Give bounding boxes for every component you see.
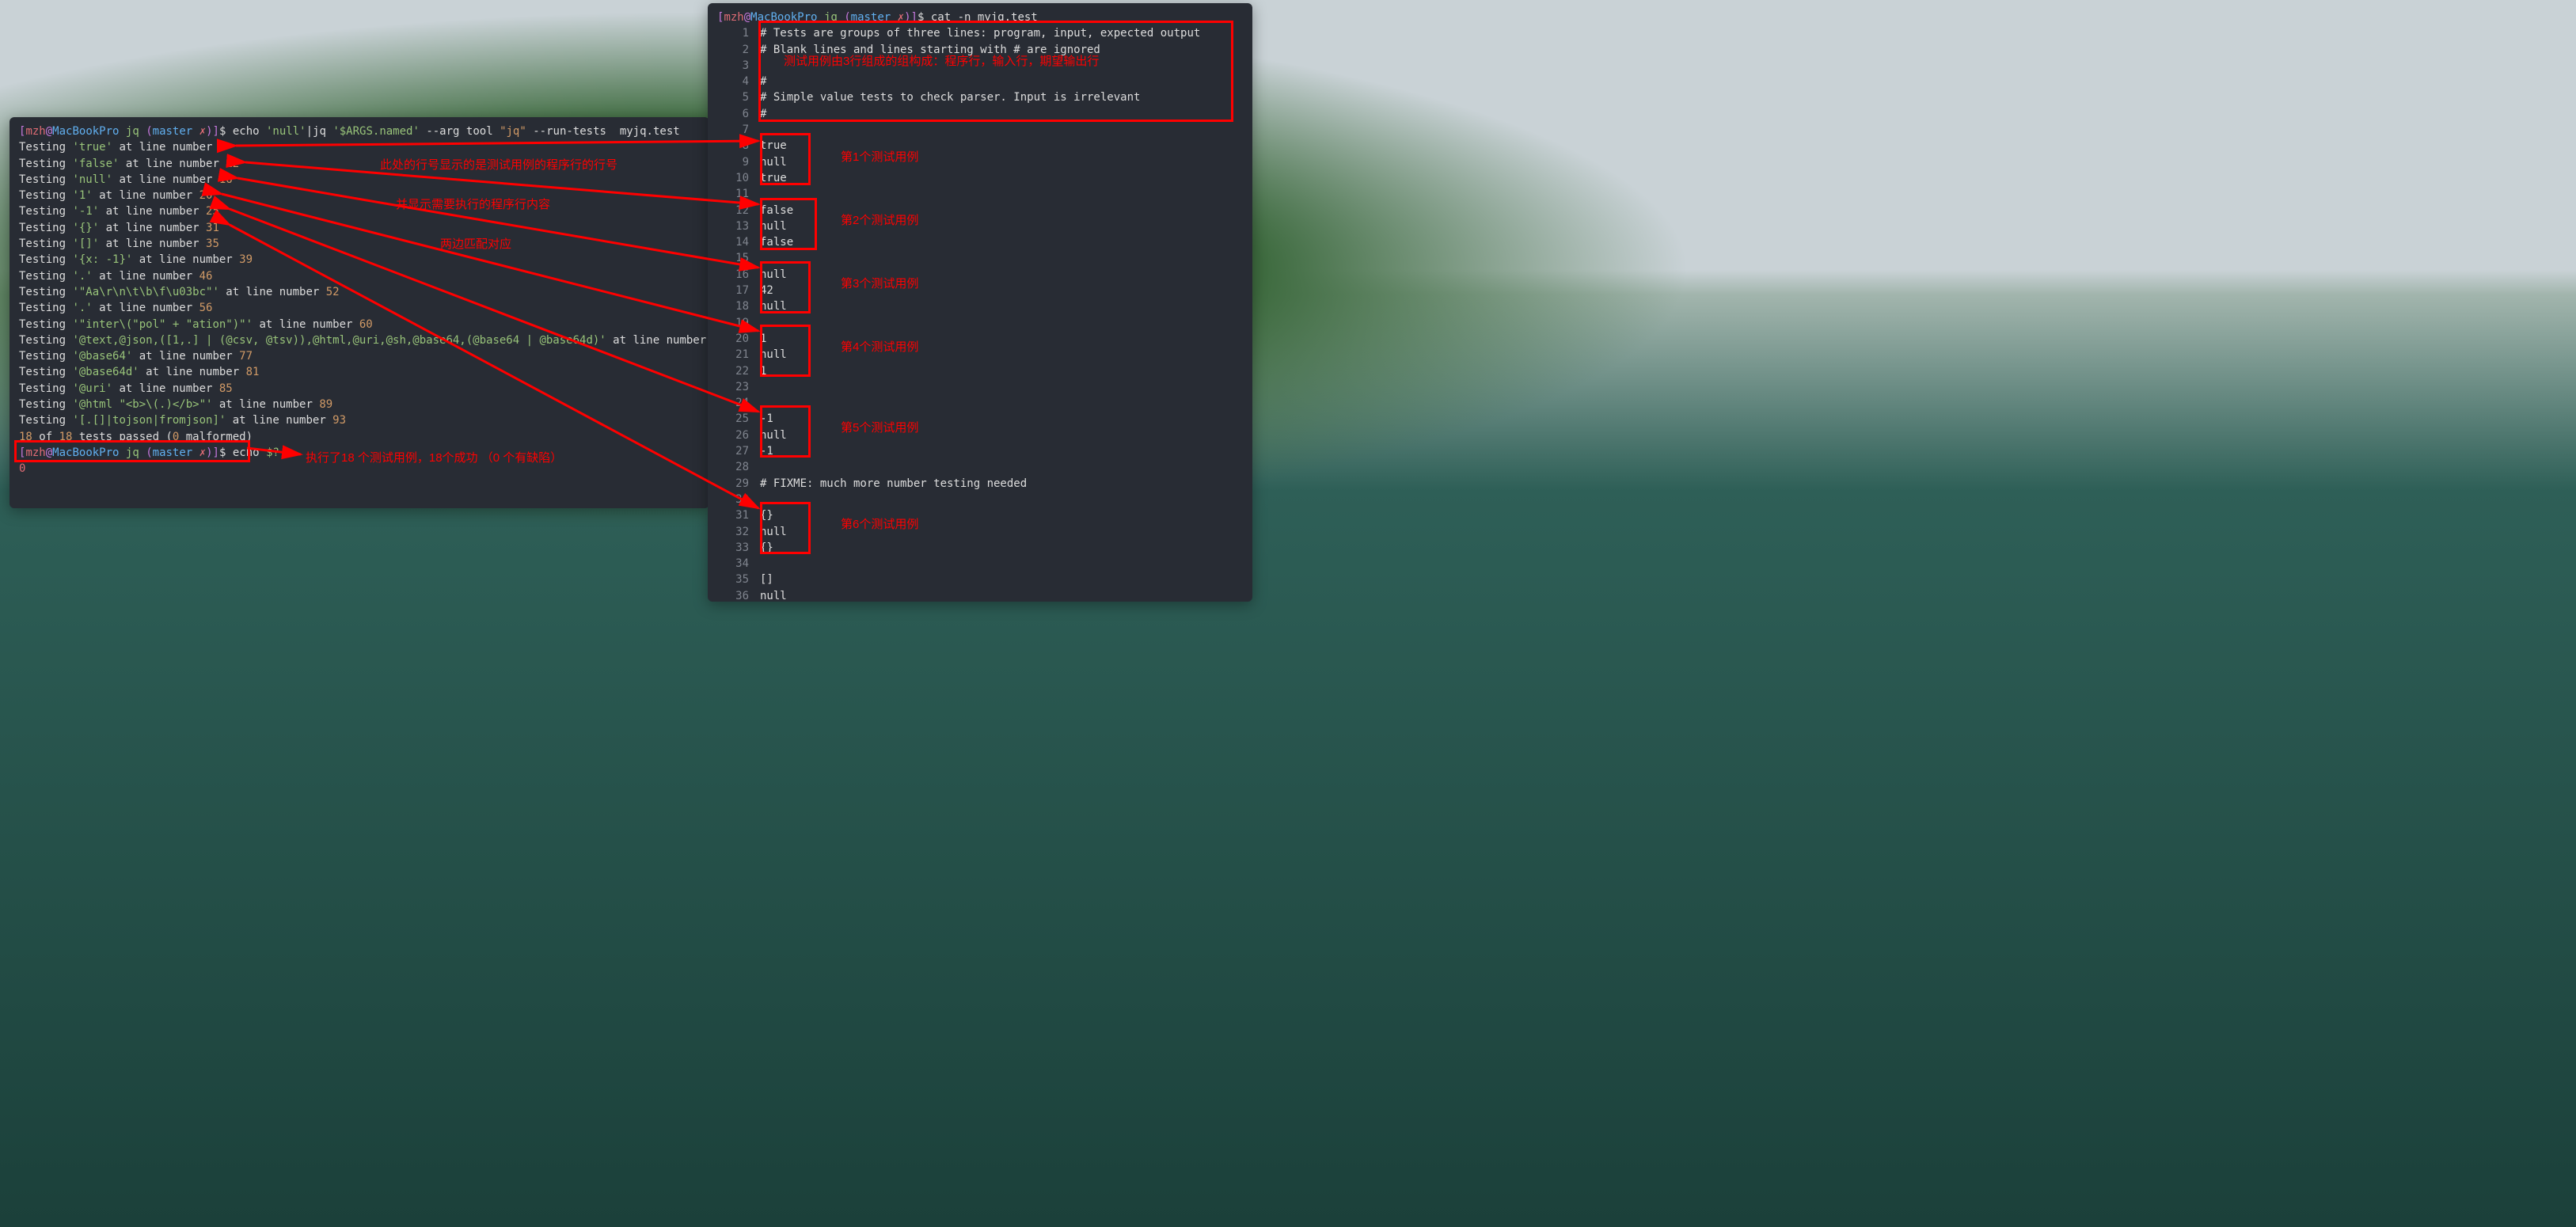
file-line: 1# Tests are groups of three lines: prog… (717, 25, 1243, 41)
file-line: 9null (717, 154, 1243, 170)
testing-line: Testing '@base64' at line number 77 (19, 348, 700, 364)
testing-line: Testing 'true' at line number 8 (19, 139, 700, 155)
file-line: 23 (717, 379, 1243, 395)
file-line: 1742 (717, 283, 1243, 298)
file-line: 5# Simple value tests to check parser. I… (717, 89, 1243, 105)
testing-line: Testing '[]' at line number 35 (19, 236, 700, 252)
file-line: 31{} (717, 507, 1243, 523)
file-line: 13null (717, 218, 1243, 234)
file-line: 4# (717, 74, 1243, 89)
file-line: 201 (717, 331, 1243, 347)
left-summary: 18 of 18 tests passed (0 malformed) (19, 429, 700, 445)
file-line: 25-1 (717, 411, 1243, 427)
file-line: 24 (717, 395, 1243, 411)
file-line: 7 (717, 122, 1243, 138)
left-command-line: [mzh@MacBookPro jq (master ✗)]$ echo 'nu… (19, 123, 700, 139)
testing-line: Testing '"inter\("pol" + "ation")"' at l… (19, 317, 700, 332)
testing-line: Testing '[.[]|tojson|fromjson]' at line … (19, 412, 700, 428)
file-line: 8true (717, 138, 1243, 154)
testing-line: Testing '@html "<b>\(.)</b>"' at line nu… (19, 397, 700, 412)
file-line: 11 (717, 186, 1243, 202)
file-line: 10true (717, 170, 1243, 186)
testing-line: Testing '.' at line number 56 (19, 300, 700, 316)
file-line: 3 (717, 58, 1243, 74)
file-line: 36null (717, 588, 1243, 602)
left-prompt-2: [mzh@MacBookPro jq (master ✗)]$ echo $? (19, 445, 700, 461)
testing-line: Testing '@text,@json,([1,.] | (@csv, @ts… (19, 332, 700, 348)
file-line: 32null (717, 524, 1243, 540)
terminal-right[interactable]: [mzh@MacBookPro jq (master ✗)]$ cat -n m… (708, 3, 1252, 602)
file-line: 21null (717, 347, 1243, 363)
terminal-left[interactable]: [mzh@MacBookPro jq (master ✗)]$ echo 'nu… (9, 117, 709, 508)
file-line: 18null (717, 298, 1243, 314)
testing-line: Testing '1' at line number 20 (19, 188, 700, 203)
file-line: 28 (717, 459, 1243, 475)
testing-line: Testing '-1' at line number 25 (19, 203, 700, 219)
left-status-value: 0 (19, 461, 700, 477)
file-line: 34 (717, 556, 1243, 572)
file-line: 27-1 (717, 443, 1243, 459)
file-line: 19 (717, 315, 1243, 331)
file-line: 16null (717, 267, 1243, 283)
testing-line: Testing '{}' at line number 31 (19, 220, 700, 236)
testing-line: Testing '@base64d' at line number 81 (19, 364, 700, 380)
file-line: 29# FIXME: much more number testing need… (717, 476, 1243, 492)
testing-line: Testing '.' at line number 46 (19, 268, 700, 284)
right-file-lines: 1# Tests are groups of three lines: prog… (717, 25, 1243, 602)
testing-line: Testing '"Aa\r\n\t\b\f\u03bc"' at line n… (19, 284, 700, 300)
file-line: 12false (717, 203, 1243, 218)
testing-line: Testing '{x: -1}' at line number 39 (19, 252, 700, 268)
right-command-line: [mzh@MacBookPro jq (master ✗)]$ cat -n m… (717, 9, 1243, 25)
file-line: 221 (717, 363, 1243, 379)
testing-line: Testing 'null' at line number 16 (19, 172, 700, 188)
file-line: 2# Blank lines and lines starting with #… (717, 42, 1243, 58)
file-line: 33{} (717, 540, 1243, 556)
file-line: 26null (717, 427, 1243, 443)
file-line: 15 (717, 250, 1243, 266)
file-line: 6# (717, 106, 1243, 122)
file-line: 35[] (717, 572, 1243, 587)
file-line: 14false (717, 234, 1243, 250)
left-tests-list: Testing 'true' at line number 8Testing '… (19, 139, 700, 428)
testing-line: Testing 'false' at line number 12 (19, 156, 700, 172)
testing-line: Testing '@uri' at line number 85 (19, 381, 700, 397)
file-line: 30 (717, 492, 1243, 507)
